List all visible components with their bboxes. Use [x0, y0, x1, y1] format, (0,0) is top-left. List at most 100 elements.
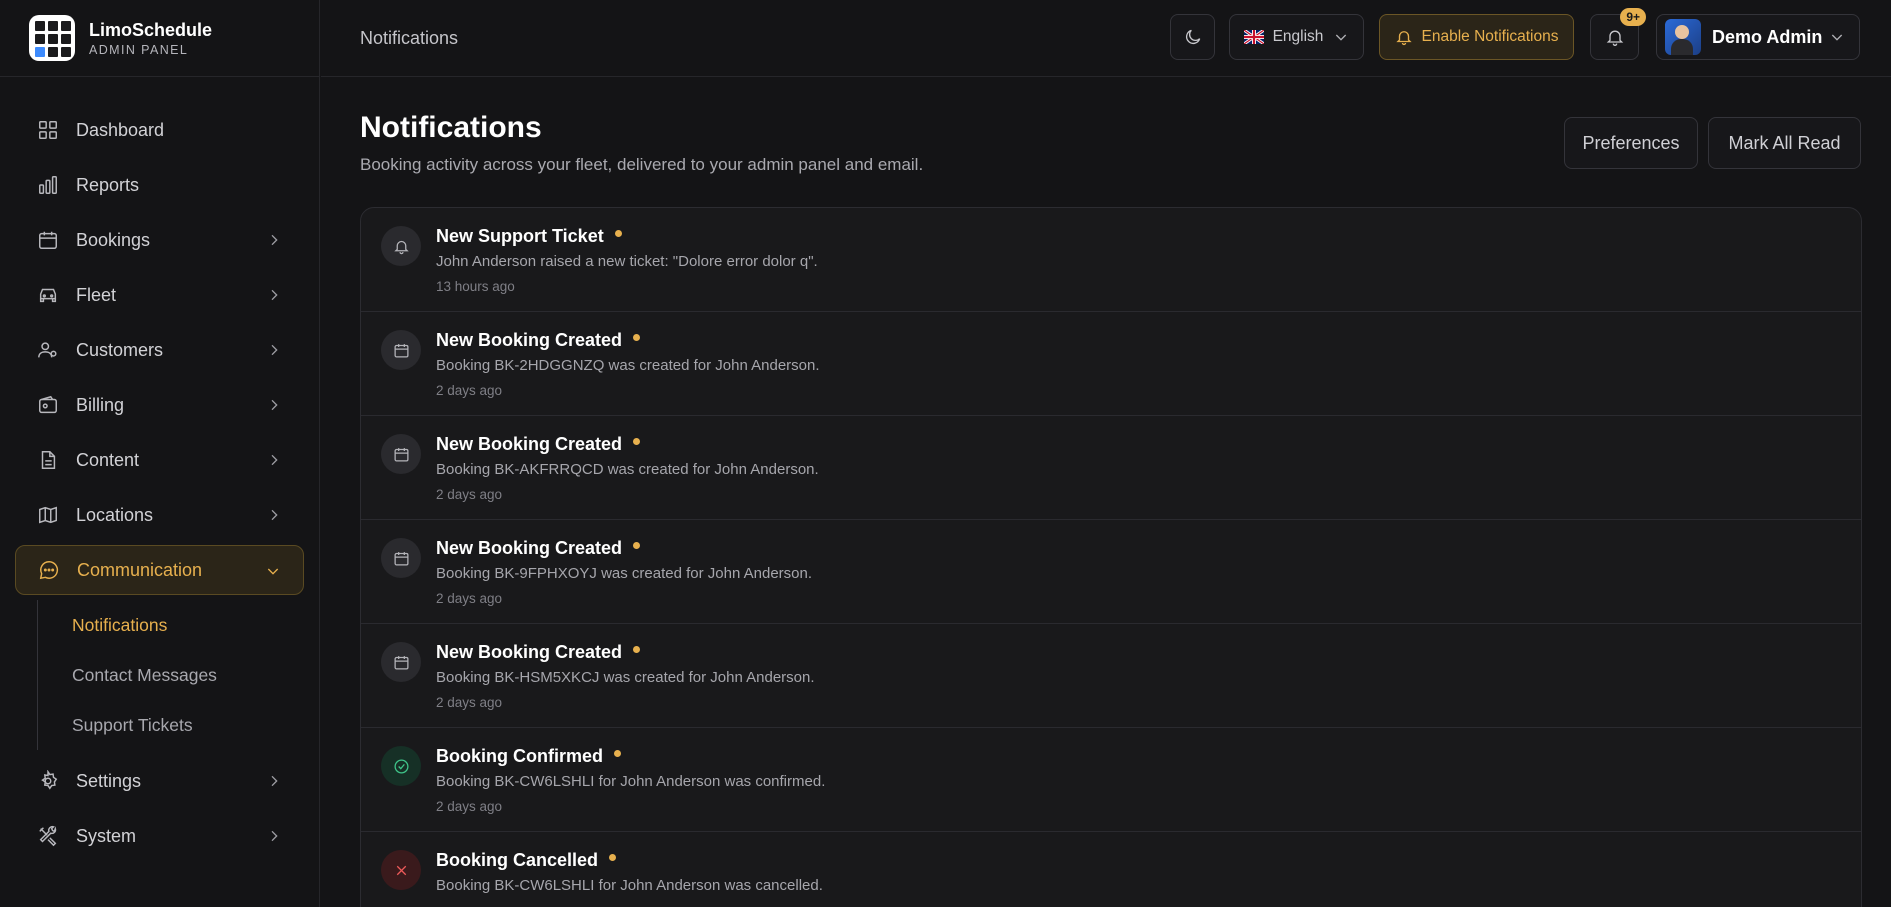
notification-title: New Booking Created — [436, 642, 641, 663]
language-label: English — [1272, 28, 1324, 45]
sidebar-item-communication[interactable]: Communication — [15, 545, 304, 595]
sidebar-item-settings[interactable]: Settings — [15, 756, 304, 806]
chevron-down-icon — [1829, 29, 1845, 45]
calendar-icon — [381, 434, 421, 474]
unread-dot — [614, 229, 622, 237]
notification-message: Booking BK-2HDGGNZQ was created for John… — [436, 357, 820, 374]
page-title: Notifications — [360, 111, 542, 144]
chat-icon — [38, 559, 60, 581]
chevron-down-icon — [1333, 29, 1349, 45]
subnav-item-contact-messages[interactable]: Contact Messages — [38, 650, 304, 700]
notification-item[interactable]: New Booking Created Booking BK-AKFRRQCD … — [361, 416, 1861, 520]
unread-dot — [614, 749, 621, 757]
notification-title: Booking Cancelled — [436, 850, 617, 871]
chevron-right-icon — [266, 232, 282, 248]
sidebar-item-customers[interactable]: Customers — [15, 325, 304, 375]
sidebar-item-reports[interactable]: Reports — [15, 160, 304, 210]
preferences-button[interactable]: Preferences — [1564, 117, 1698, 169]
calendar-icon — [37, 229, 59, 251]
chevron-right-icon — [266, 452, 282, 468]
tools-icon — [37, 825, 59, 847]
sidebar: LimoSchedule ADMIN PANEL Dashboard Repor… — [0, 0, 320, 907]
notification-count-badge: 9+ — [1620, 8, 1646, 26]
calendar-icon — [381, 330, 421, 370]
unread-dot — [633, 541, 641, 549]
unread-dot — [633, 645, 641, 653]
uk-flag-icon — [1243, 30, 1264, 44]
communication-subnav: Notifications Contact Messages Support T… — [37, 600, 304, 750]
x-icon — [381, 850, 421, 890]
enable-notifications-label: Enable Notifications — [1421, 28, 1559, 45]
theme-toggle-button[interactable] — [1170, 14, 1215, 60]
top-bar: Notifications English Enable Notificatio… — [321, 0, 1891, 77]
sidebar-item-label: Reports — [76, 174, 140, 195]
subnav-item-support-tickets[interactable]: Support Tickets — [38, 700, 304, 750]
sidebar-nav: Dashboard Reports Bookings Fleet Custome… — [15, 105, 304, 866]
unread-dot — [633, 333, 641, 341]
sidebar-item-billing[interactable]: Billing — [15, 380, 304, 430]
sidebar-item-label: Bookings — [76, 229, 151, 250]
notification-title: Booking Confirmed — [436, 746, 621, 767]
map-icon — [37, 504, 59, 526]
notification-item[interactable]: New Support Ticket John Anderson raised … — [361, 208, 1861, 312]
sidebar-item-label: Dashboard — [76, 119, 165, 140]
user-name: Demo Admin — [1712, 26, 1823, 47]
notification-message: Booking BK-AKFRRQCD was created for John… — [436, 461, 819, 478]
sidebar-item-label: Customers — [76, 339, 164, 360]
notification-time: 2 days ago — [436, 383, 503, 398]
sidebar-item-label: Billing — [76, 394, 125, 415]
sidebar-item-system[interactable]: System — [15, 811, 304, 861]
sidebar-item-label: Fleet — [76, 284, 117, 305]
brand-title: LimoSchedule — [89, 19, 213, 40]
sidebar-item-label: Content — [76, 449, 140, 470]
notification-message: John Anderson raised a new ticket: "Dolo… — [436, 253, 818, 270]
notification-time: 2 days ago — [436, 799, 503, 814]
gear-icon — [37, 770, 59, 792]
bell-icon — [381, 226, 421, 266]
sidebar-item-content[interactable]: Content — [15, 435, 304, 485]
mark-all-read-button[interactable]: Mark All Read — [1708, 117, 1861, 169]
sidebar-item-dashboard[interactable]: Dashboard — [15, 105, 304, 155]
grid-icon — [37, 119, 59, 141]
notification-item[interactable]: Booking Confirmed Booking BK-CW6LSHLI fo… — [361, 728, 1861, 832]
calendar-icon — [381, 642, 421, 682]
bell-icon — [1605, 27, 1625, 47]
main-content: Notifications Booking activity across yo… — [321, 77, 1891, 907]
notification-time: 2 days ago — [436, 591, 503, 606]
check-circle-icon — [381, 746, 421, 786]
sidebar-item-label: System — [76, 825, 137, 846]
language-select[interactable]: English — [1229, 14, 1364, 60]
sidebar-item-locations[interactable]: Locations — [15, 490, 304, 540]
brand-subtitle: ADMIN PANEL — [89, 42, 189, 57]
notification-message: Booking BK-CW6LSHLI for John Anderson wa… — [436, 773, 826, 790]
notification-message: Booking BK-9FPHXOYJ was created for John… — [436, 565, 813, 582]
notification-title: New Booking Created — [436, 330, 641, 351]
user-menu-button[interactable]: Demo Admin — [1656, 14, 1860, 60]
sidebar-item-label: Settings — [76, 770, 142, 791]
notification-message: Booking BK-HSM5XKCJ was created for John… — [436, 669, 815, 686]
notification-title: New Support Ticket — [436, 226, 622, 247]
notification-item[interactable]: Booking Cancelled Booking BK-CW6LSHLI fo… — [361, 832, 1861, 907]
notification-message: Booking BK-CW6LSHLI for John Anderson wa… — [436, 877, 823, 894]
users-icon — [37, 339, 59, 361]
notification-title: New Booking Created — [436, 538, 641, 559]
avatar — [1665, 19, 1701, 55]
file-icon — [37, 449, 59, 471]
notification-title: New Booking Created — [436, 434, 641, 455]
brand[interactable]: LimoSchedule ADMIN PANEL — [0, 0, 319, 77]
car-icon — [37, 284, 59, 306]
notifications-bell-button[interactable]: 9+ — [1590, 8, 1646, 60]
notification-item[interactable]: New Booking Created Booking BK-9FPHXOYJ … — [361, 520, 1861, 624]
sidebar-item-bookings[interactable]: Bookings — [15, 215, 304, 265]
notification-item[interactable]: New Booking Created Booking BK-2HDGGNZQ … — [361, 312, 1861, 416]
sidebar-item-fleet[interactable]: Fleet — [15, 270, 304, 320]
moon-icon — [1183, 27, 1203, 47]
bar-chart-icon — [37, 174, 59, 196]
subnav-item-notifications[interactable]: Notifications — [38, 600, 304, 650]
unread-dot — [633, 437, 641, 445]
wallet-icon — [37, 394, 59, 416]
chevron-right-icon — [266, 828, 282, 844]
sidebar-item-label: Communication — [77, 559, 203, 580]
enable-notifications-button[interactable]: Enable Notifications — [1379, 14, 1574, 60]
notification-item[interactable]: New Booking Created Booking BK-HSM5XKCJ … — [361, 624, 1861, 728]
